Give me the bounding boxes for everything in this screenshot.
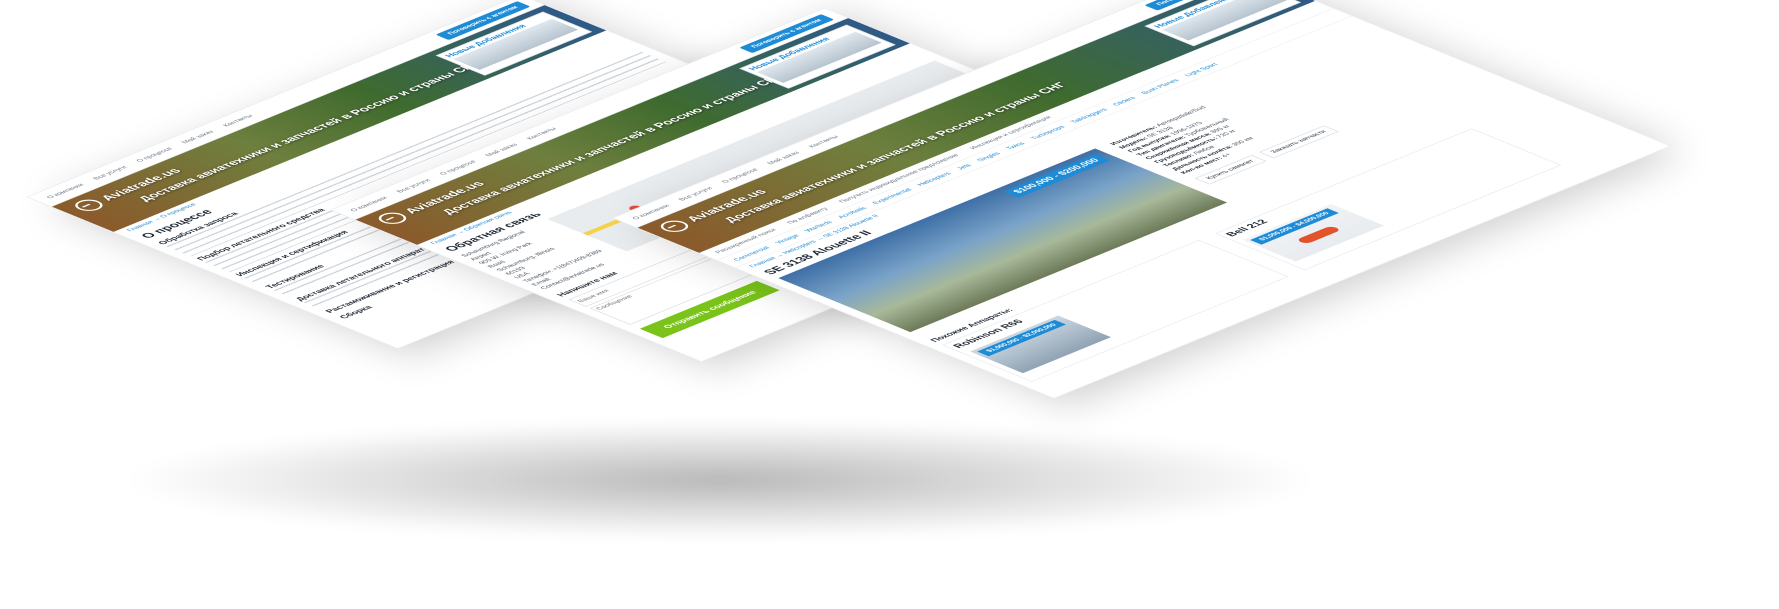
aircraft-thumbnail: $1,000,000 - $2,000,000 (970, 315, 1111, 374)
mockup-shadow (120, 420, 1320, 540)
promo-scene: О компании Все услуги О процессе Мой зак… (0, 0, 1779, 609)
plane-logo-icon (373, 210, 412, 227)
category-link[interactable]: Jets (955, 163, 972, 170)
aircraft-thumbnail: $1,000,000 - $4,500,000 (1242, 203, 1384, 262)
plane-logo-icon (655, 218, 694, 235)
plane-logo-icon (69, 197, 109, 214)
helicopter-icon (1295, 225, 1342, 245)
category-link[interactable]: Twins (1005, 141, 1027, 150)
